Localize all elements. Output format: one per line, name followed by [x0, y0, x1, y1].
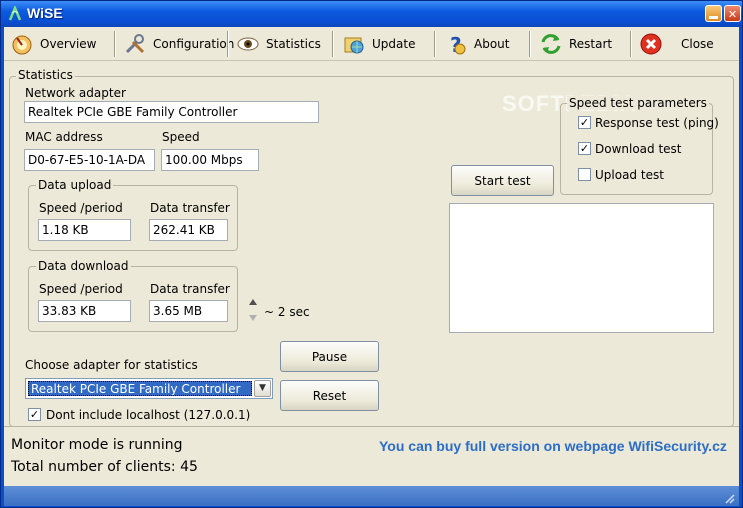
close-x-icon: ✕	[727, 8, 738, 21]
speed-test-title: Speed test parameters	[567, 96, 709, 110]
toolbar-separator	[332, 31, 334, 57]
upload-transfer-label: Data transfer	[150, 201, 230, 215]
exclude-localhost-label: Dont include localhost (127.0.0.1)	[46, 408, 251, 422]
client-count-status: Total number of clients: 45	[11, 459, 198, 475]
toolbar-separator	[114, 31, 116, 57]
download-transfer-field[interactable]: 3.65 MB	[149, 300, 228, 322]
title-bar[interactable]: WiSE ✕	[1, 1, 742, 27]
reset-button[interactable]: Reset	[280, 380, 379, 411]
about-label: About	[474, 37, 510, 51]
update-label: Update	[372, 37, 416, 51]
adapter-combobox[interactable]: Realtek PCIe GBE Family Controller ▼	[25, 378, 273, 399]
speed-test-results[interactable]	[449, 203, 714, 333]
minimize-icon	[709, 16, 718, 19]
configuration-button[interactable]: Configuration	[123, 29, 234, 59]
upload-transfer-field[interactable]: 262.41 KB	[149, 219, 228, 241]
network-adapter-label: Network adapter	[25, 86, 126, 100]
toolbar-separator	[227, 31, 229, 57]
adapter-selected-value: Realtek PCIe GBE Family Controller	[28, 381, 252, 396]
exclude-localhost-checkbox[interactable]: ✓	[28, 408, 41, 421]
download-test-checkbox[interactable]: ✓	[578, 142, 591, 155]
spin-down-icon[interactable]	[249, 315, 257, 321]
wise-logo-icon	[8, 6, 22, 21]
restart-label: Restart	[569, 37, 613, 51]
eye-icon	[237, 37, 259, 51]
network-adapter-field[interactable]: Realtek PCIe GBE Family Controller	[24, 101, 319, 123]
close-icon	[640, 33, 662, 55]
start-test-button[interactable]: Start test	[451, 165, 554, 196]
data-upload-title: Data upload	[36, 178, 114, 192]
overview-icon	[12, 35, 32, 55]
resize-grip-icon[interactable]	[723, 492, 735, 504]
download-speed-field[interactable]: 33.83 KB	[38, 300, 131, 322]
update-button[interactable]: Update	[342, 29, 415, 59]
download-speed-label: Speed /period	[39, 282, 123, 296]
overview-label: Overview	[40, 37, 97, 51]
tools-icon	[125, 34, 145, 54]
period-value: ~ 2 sec	[264, 305, 310, 319]
data-download-title: Data download	[36, 259, 131, 273]
response-test-checkbox[interactable]: ✓	[578, 116, 591, 129]
client-area: Overview Configuration Statistics Update…	[4, 27, 739, 506]
toolbar-separator	[434, 31, 436, 57]
upload-test-label: Upload test	[595, 168, 664, 182]
window-title: WiSE	[27, 5, 63, 21]
help-icon: ?	[450, 33, 466, 56]
spin-up-icon[interactable]	[249, 299, 257, 305]
window-close-button[interactable]: ✕	[724, 5, 741, 22]
choose-adapter-label: Choose adapter for statistics	[25, 358, 198, 372]
upload-test-checkbox[interactable]	[578, 168, 591, 181]
response-test-label: Response test (ping)	[595, 116, 719, 130]
statistics-group-title: Statistics	[16, 68, 75, 82]
mac-address-field[interactable]: D0-67-E5-10-1A-DA	[24, 149, 155, 171]
restart-button[interactable]: Restart	[539, 29, 612, 59]
toolbar-separator	[630, 31, 632, 57]
restart-arrows-icon	[541, 34, 561, 54]
overview-button[interactable]: Overview	[10, 29, 97, 59]
data-upload-group	[28, 185, 238, 251]
promo-link[interactable]: You can buy full version on webpage Wifi…	[379, 438, 727, 454]
download-transfer-label: Data transfer	[150, 282, 230, 296]
statistics-button[interactable]: Statistics	[236, 29, 321, 59]
monitor-mode-status: Monitor mode is running	[11, 437, 183, 453]
minimize-button[interactable]	[705, 5, 722, 22]
toolbar-separator	[529, 31, 531, 57]
speed-label: Speed	[162, 130, 200, 144]
upload-speed-label: Speed /period	[39, 201, 123, 215]
data-download-group	[28, 266, 238, 332]
pause-button[interactable]: Pause	[280, 341, 379, 372]
update-globe-icon	[344, 37, 364, 54]
about-button[interactable]: ? About	[444, 29, 509, 59]
close-button[interactable]: Close	[639, 29, 714, 59]
chevron-down-icon[interactable]: ▼	[254, 380, 271, 397]
upload-speed-field[interactable]: 1.18 KB	[38, 219, 131, 241]
app-window: WiSE ✕ Overview Configuration Statistics	[0, 0, 743, 508]
period-spinner[interactable]	[248, 299, 260, 323]
configuration-label: Configuration	[153, 37, 235, 51]
toolbar: Overview Configuration Statistics Update…	[4, 27, 739, 61]
mac-address-label: MAC address	[25, 130, 103, 144]
close-label: Close	[681, 37, 714, 51]
speed-field[interactable]: 100.00 Mbps	[161, 149, 259, 171]
download-test-label: Download test	[595, 142, 682, 156]
bottom-strip	[4, 486, 739, 506]
statistics-label: Statistics	[266, 37, 321, 51]
